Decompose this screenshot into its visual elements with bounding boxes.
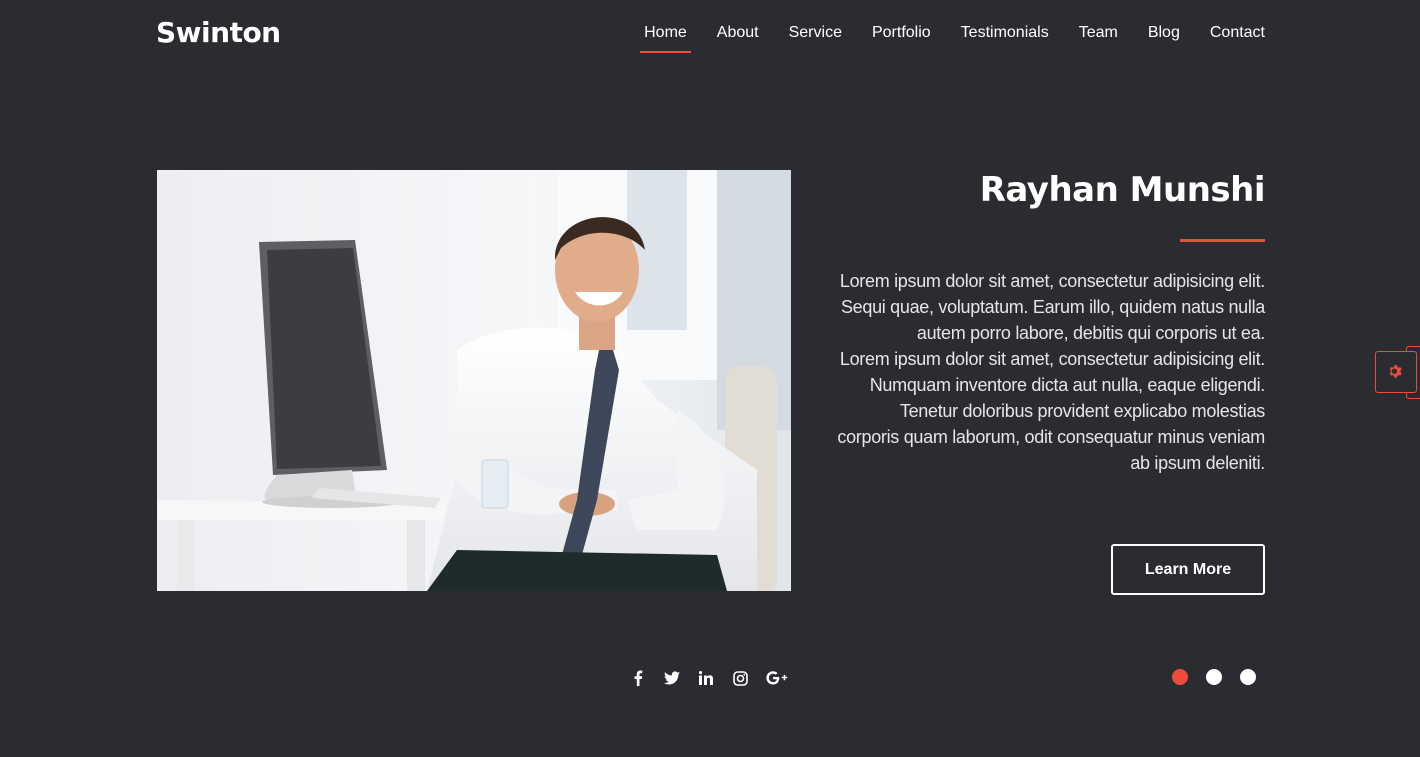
- main-nav: Home About Service Portfolio Testimonial…: [640, 24, 1265, 53]
- twitter-icon[interactable]: [664, 668, 680, 688]
- learn-more-button[interactable]: Learn More: [1111, 544, 1265, 595]
- facebook-icon[interactable]: [630, 668, 646, 688]
- nav-item-contact[interactable]: Contact: [1210, 24, 1265, 48]
- hero-title: Rayhan Munshi: [979, 170, 1266, 210]
- gear-icon: [1389, 365, 1402, 378]
- slider-dot-2[interactable]: [1206, 669, 1222, 685]
- nav-item-testimonials[interactable]: Testimonials: [961, 24, 1049, 48]
- settings-toggle-button[interactable]: [1375, 351, 1417, 393]
- hero-text-line: corporis quam laborum, odit consequatur …: [837, 427, 1265, 447]
- slider-dot-1[interactable]: [1172, 669, 1188, 685]
- brand-logo[interactable]: Swinton: [156, 16, 281, 49]
- slider-dot-3[interactable]: [1240, 669, 1256, 685]
- social-links: [630, 668, 788, 688]
- hero-text-line: Sequi quae, voluptatum. Earum illo, quid…: [840, 297, 1265, 317]
- nav-item-blog[interactable]: Blog: [1148, 24, 1180, 48]
- nav-item-home[interactable]: Home: [640, 24, 691, 53]
- hero-description: Lorem ipsum dolor sit amet, consectetur …: [820, 268, 1265, 476]
- nav-item-service[interactable]: Service: [789, 24, 842, 48]
- nav-item-about[interactable]: About: [717, 24, 759, 48]
- hero-photo: [157, 170, 791, 591]
- nav-item-portfolio[interactable]: Portfolio: [872, 24, 931, 48]
- hero-text-line: Tenetur doloribus provident explicabo mo…: [899, 401, 1265, 421]
- hero-text-line: Lorem ipsum dolor sit amet, consectetur …: [839, 271, 1265, 291]
- hero-text-line: Lorem ipsum dolor sit amet, consectetur …: [839, 349, 1265, 369]
- hero-text-line: Numquam inventore dicta aut nulla, eaque…: [869, 375, 1266, 395]
- linkedin-icon[interactable]: [698, 668, 714, 688]
- nav-item-team[interactable]: Team: [1079, 24, 1118, 48]
- google-plus-icon[interactable]: [766, 668, 788, 688]
- hero-text-line: ab ipsum deleniti.: [1130, 453, 1265, 473]
- instagram-icon[interactable]: [732, 668, 748, 688]
- slider-pagination: [1172, 669, 1256, 685]
- hero-text-line: autem porro labore, debitis qui corporis…: [916, 323, 1265, 343]
- hero-photo-illustration: [157, 170, 791, 591]
- accent-divider: [1180, 239, 1265, 242]
